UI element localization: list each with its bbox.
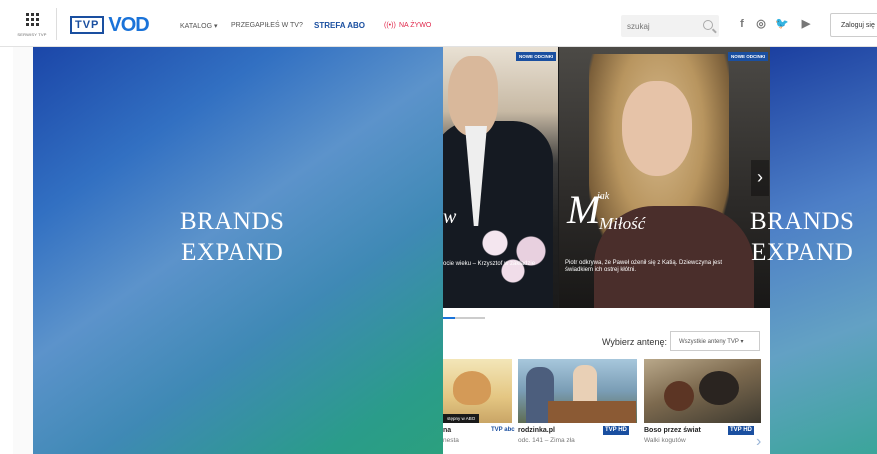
slide2-caption: Piotr odkrywa, że Paweł ożenił się z Kat… <box>565 260 765 274</box>
nav-strefa-abo[interactable]: STREFA ABO <box>314 21 365 30</box>
slide1-caption: ocie wieku – Krzysztof w zakładzie <box>443 261 536 267</box>
tvp-hd-logo: TVP HD <box>603 426 629 435</box>
search-box <box>621 15 719 37</box>
brand-expand-right-text: BRANDS EXPAND <box>750 206 854 268</box>
page-edge <box>13 46 34 454</box>
thumb3-rooster-2 <box>699 371 739 405</box>
hero-slide-2[interactable]: NOWE ODCINKI M jak Miłość Piotr odkrywa,… <box>559 46 770 308</box>
nav-na-zywo[interactable]: NA ŻYWO <box>399 22 431 29</box>
nav-katalog[interactable]: KATALOG ▾ <box>180 22 218 30</box>
nav-przegapiles[interactable]: PRZEGAPIŁEŚ W TV? <box>231 22 303 29</box>
thumbnails-next-arrow[interactable]: › <box>756 430 768 454</box>
hero-slide-1[interactable]: NOWE ODCINKI w ocie wieku – Krzysztof w … <box>443 46 558 308</box>
top-navigation-bar: SERWISY TVP TVP VOD KATALOG ▾ PRZEGAPIŁE… <box>0 0 877 47</box>
item-3-subtitle: Walki kogutów <box>644 437 686 444</box>
brand-left-line1: BRANDS <box>180 208 285 235</box>
slide2-title-jak: jak <box>597 191 610 202</box>
search-input[interactable] <box>621 15 697 37</box>
item-1-subtitle: nesta <box>443 437 459 444</box>
video-thumbnail-2[interactable] <box>518 359 637 423</box>
channel-select[interactable]: Wszystkie anteny TVP ▾ <box>670 331 760 351</box>
slide2-caption-line1: Piotr odkrywa, że Paweł ożenił się z Kat… <box>565 260 723 266</box>
tvp-hd-logo: TVP HD <box>728 426 754 435</box>
twitter-icon[interactable]: 🐦 <box>775 17 789 31</box>
logo-tvp: TVP <box>70 16 105 34</box>
grid-icon <box>25 13 39 26</box>
divider <box>56 8 57 40</box>
item-1-title[interactable]: na <box>443 427 451 434</box>
channel-pick-label: Wybierz antenę: <box>602 337 667 347</box>
login-button[interactable]: Zaloguj się <box>830 13 877 37</box>
slide2-caption-line2: świadkiem ich ostrej kłótni. <box>565 267 637 273</box>
youtube-icon[interactable]: ▶ <box>798 17 814 31</box>
tvp-abc-logo: TVP abc <box>491 427 515 433</box>
abo-badge: stępny w ABO <box>443 414 480 423</box>
slide2-title-milosc: Miłość <box>599 214 646 233</box>
video-thumbnail-1[interactable]: stępny w ABO <box>443 359 512 423</box>
brand-expand-right[interactable]: BRANDS EXPAND <box>750 46 877 454</box>
slider-progress[interactable] <box>443 317 485 319</box>
facebook-icon[interactable]: f <box>735 17 749 31</box>
item-3-title[interactable]: Boso przez świat <box>644 427 701 434</box>
slide1-flowers <box>468 211 558 291</box>
item-2-title[interactable]: rodzinka.pl <box>518 427 555 434</box>
thumb1-character <box>453 371 491 405</box>
slide1-new-episodes-badge: NOWE ODCINKI <box>516 52 557 61</box>
services-menu-button[interactable]: SERWISY TVP <box>14 10 50 42</box>
tvp-vod-logo[interactable]: TVP VOD <box>70 13 150 36</box>
services-label: SERWISY TVP <box>17 32 47 37</box>
live-icon: ((•)) <box>384 22 396 29</box>
thumb2-table <box>548 401 636 423</box>
brand-right-line1: BRANDS <box>750 208 855 235</box>
logo-vod: VOD <box>108 13 149 36</box>
slide1-face <box>448 56 498 136</box>
brand-expand-left-text: BRANDS EXPAND <box>180 206 284 268</box>
hero-next-arrow[interactable]: › <box>751 160 769 196</box>
hero-slider[interactable]: NOWE ODCINKI w ocie wieku – Krzysztof w … <box>443 46 770 308</box>
brand-left-line2: EXPAND <box>181 239 284 266</box>
slide2-new-episodes-badge: NOWE ODCINKI <box>728 52 769 61</box>
thumb3-rooster-1 <box>664 381 694 411</box>
search-icon[interactable] <box>703 20 713 30</box>
slide1-title: w <box>443 206 457 228</box>
slide2-face <box>622 81 692 176</box>
slider-progress-fill <box>443 317 455 319</box>
brand-expand-left[interactable]: BRANDS EXPAND <box>33 46 443 454</box>
item-2-subtitle: odc. 141 – Zima zła <box>518 437 575 444</box>
brand-right-line2: EXPAND <box>751 239 854 266</box>
instagram-icon[interactable]: ◎ <box>754 17 768 31</box>
video-thumbnail-3[interactable] <box>644 359 761 423</box>
slide2-title-m: M <box>567 187 601 232</box>
